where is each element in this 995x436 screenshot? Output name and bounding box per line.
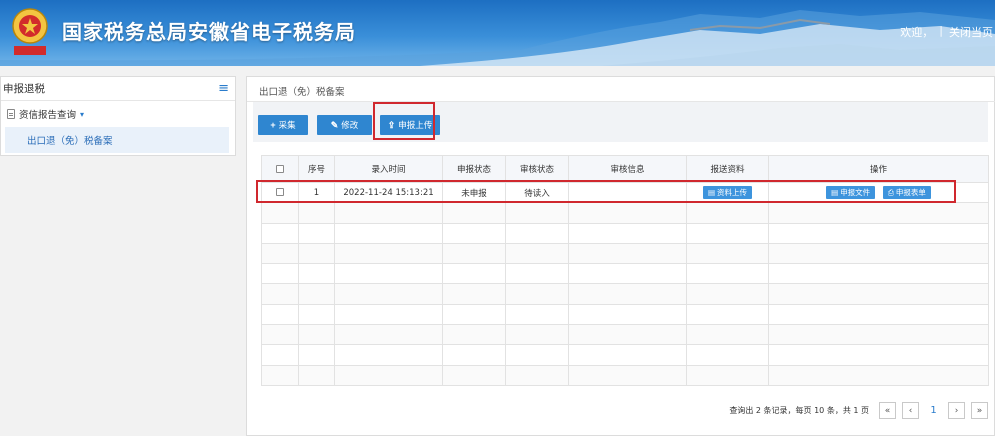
site-title: 国家税务总局安徽省电子税务局	[62, 20, 356, 44]
next-page-button[interactable]: ›	[948, 402, 965, 419]
column-header-declare-status: 申报状态	[442, 155, 506, 183]
breadcrumb: 出口退（免）税备案	[259, 87, 345, 98]
pagination-info: 查询出 2 条记录，每页 10 条，共 1 页	[729, 406, 869, 415]
prev-page-button[interactable]: ‹	[902, 402, 919, 419]
table-row	[261, 344, 989, 366]
first-page-button[interactable]: «	[879, 402, 896, 419]
column-header-submit-docs: 报送资料	[686, 155, 769, 183]
column-header-time: 录入时间	[334, 155, 443, 183]
column-header-audit-status: 审核状态	[505, 155, 569, 183]
table-row	[261, 242, 989, 265]
table-header-row: 序号 录入时间 申报状态 审核状态 审核信息 报送资料 操作	[261, 155, 989, 183]
close-page-link[interactable]: 关闭当页	[949, 24, 993, 40]
header-links: 欢迎， | 关闭当页	[900, 24, 993, 40]
toolbar: + 采集 ✎ 修改 ⇪ 申报上传	[253, 102, 988, 142]
column-header-index: 序号	[298, 155, 335, 183]
sidebar: 申报退税 ≡ 资信报告查询 ▾ 出口退（免）税备案	[0, 76, 236, 156]
last-page-button[interactable]: »	[971, 402, 988, 419]
table-row	[261, 222, 989, 244]
sidebar-title: 申报退税	[3, 83, 45, 95]
collect-button[interactable]: + 采集	[258, 115, 308, 135]
table-row	[261, 202, 989, 224]
sidebar-header: 申报退税 ≡	[1, 77, 235, 101]
table-row	[261, 283, 989, 305]
sidebar-group-label: 资信报告查询	[19, 110, 77, 121]
edit-button-label: 修改	[341, 120, 359, 130]
table-row	[261, 364, 989, 386]
select-all-checkbox[interactable]	[276, 164, 284, 173]
highlight-table-row	[256, 180, 956, 203]
table-row	[261, 324, 989, 346]
column-header-audit-info: 审核信息	[568, 155, 687, 183]
pagination: 查询出 2 条记录，每页 10 条，共 1 页 « ‹ 1 › »	[729, 402, 988, 419]
collect-button-label: 采集	[278, 120, 296, 130]
document-icon	[7, 109, 15, 119]
caret-down-icon: ▾	[80, 109, 85, 119]
hamburger-menu-icon[interactable]: ≡	[218, 82, 229, 95]
column-header-actions: 操作	[768, 155, 989, 183]
plus-icon: +	[270, 120, 276, 130]
table-row	[261, 263, 989, 285]
table-row	[261, 303, 989, 326]
sidebar-group-credit-report[interactable]: 资信报告查询 ▾	[1, 101, 235, 127]
current-page[interactable]: 1	[925, 402, 942, 419]
welcome-text: 欢迎，	[900, 26, 934, 39]
main-panel: 出口退（免）税备案 + 采集 ✎ 修改 ⇪ 申报上传 序号 录入时间 申报状态 …	[246, 76, 995, 436]
header-separator: |	[939, 24, 943, 37]
edit-icon: ✎	[330, 119, 339, 130]
sidebar-item-export-refund-filing[interactable]: 出口退（免）税备案	[5, 127, 229, 153]
highlight-upload-button	[373, 102, 435, 140]
tax-emblem-icon	[12, 8, 48, 55]
edit-button[interactable]: ✎ 修改	[317, 115, 372, 135]
site-header: 国家税务总局安徽省电子税务局 欢迎， | 关闭当页	[0, 0, 995, 66]
select-all-cell	[261, 155, 299, 183]
